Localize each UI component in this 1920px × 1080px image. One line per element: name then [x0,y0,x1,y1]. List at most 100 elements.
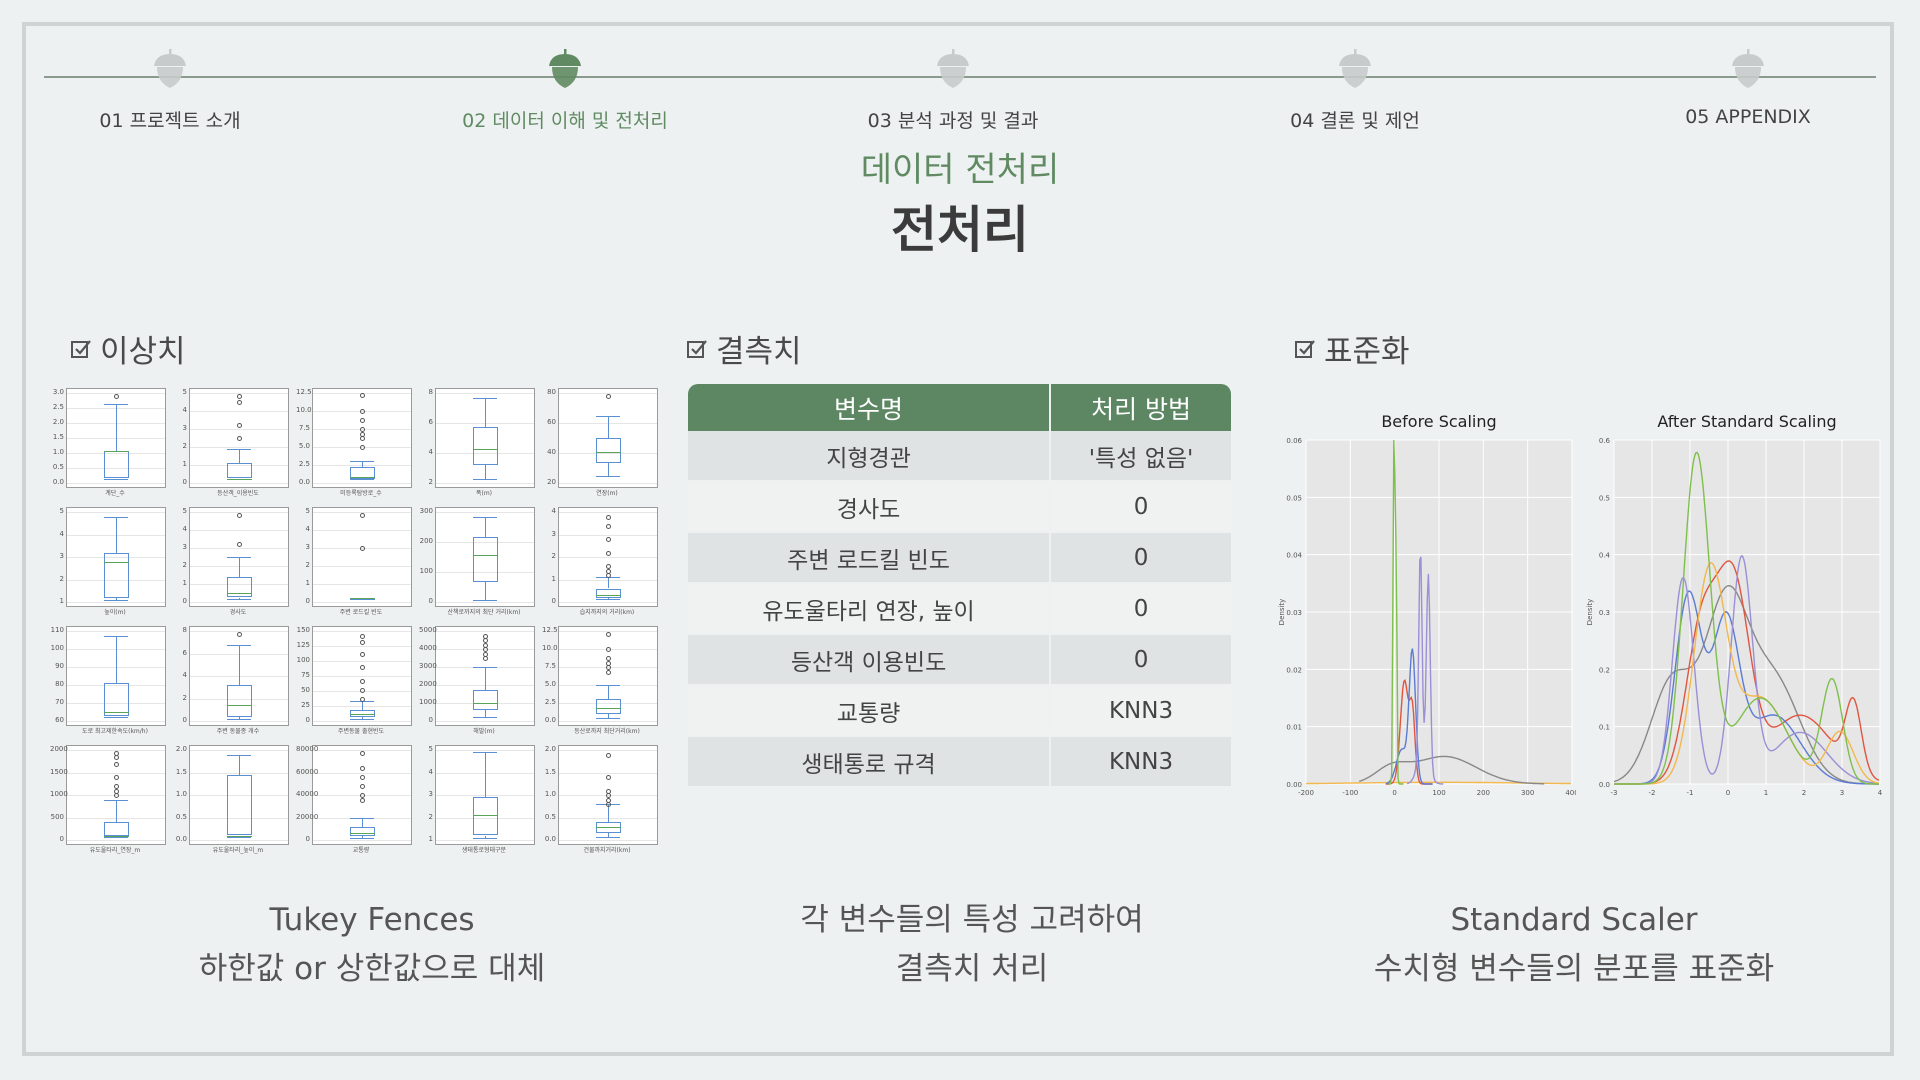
boxplot-panel [312,507,412,607]
x-tick-label: 2 [1802,789,1806,797]
tick-label: 300 [419,507,433,515]
nav-item-label: 결론 및 제언 [1320,110,1420,132]
after-scaling-title: After Standard Scaling [1657,412,1837,431]
boxplot-12: 8 6 4 2 0 주변 동물종 개수 [173,622,295,738]
x-tick-label: -200 [1298,789,1314,797]
tick-label: 4 [551,507,556,515]
nav-item-3[interactable]: 03 분석 과정 및 결과 [803,48,1103,133]
acorn-icon [154,49,186,88]
y-tick-label: 0.4 [1599,552,1611,560]
variable-cell: 생태통로 규격 [688,736,1052,788]
tick-label: 2 [182,693,187,702]
tick-label: 8 [428,388,433,396]
table-row: 주변 로드킬 빈도 0 [688,532,1231,584]
tick-label: 8 [182,626,187,634]
tick-label: 5 [59,507,64,515]
tick-label: 1 [551,574,556,583]
x-tick-label: 300 [1521,789,1534,797]
tick-label: 2000 [419,680,437,688]
tick-label: 0 [551,597,556,605]
tick-label: 110 [50,626,64,634]
boxplot-6: 5 4 3 2 1 높이(m) [50,503,172,619]
acorn-icon [549,49,581,88]
tick-label: 10.0 [296,406,312,414]
tick-label: 6 [428,418,433,426]
tick-label: 0 [305,597,310,605]
variable-cell: 주변 로드킬 빈도 [688,532,1052,584]
boxplot-17: 2.0 1.5 1.0 0.5 0.0 유도울타리_높이_m [173,741,295,857]
outliers-caption-line2: 하한값 or 상한값으로 대체 [198,951,546,987]
tick-label: 0 [59,835,64,843]
missing-caption-line1: 각 변수들의 특성 고려하여 [800,902,1144,938]
x-tick-label: 4 [1878,789,1883,797]
y-tick-label: 0.06 [1286,437,1302,445]
y-tick-label: 0.6 [1599,437,1611,445]
nav-item-number: 05 [1685,106,1710,128]
tick-label: 0 [305,716,310,724]
tick-label: 80 [55,680,64,688]
tick-label: 1.5 [52,433,64,441]
tick-label: 7.5 [298,424,310,432]
nav-item-5[interactable]: 05 APPENDIX [1598,48,1898,128]
tick-label: 150 [296,626,310,634]
nav-item-1[interactable]: 01 프로젝트 소개 [20,48,320,133]
after-scaling-chart: After Standard Scaling 0.6 0.5 0.4 0.3 0.2 0.… [1584,412,1884,802]
method-cell: 0 [1050,634,1231,686]
y-tick-label: 0.2 [1599,666,1610,674]
boxplot-xlabel: 교통량 [352,847,370,854]
tick-label: 2 [182,561,187,569]
page-title: 전처리 [891,201,1029,259]
tick-label: 4000 [419,644,437,652]
method-cell: KNN3 [1050,685,1231,737]
tick-label: 4 [428,767,433,776]
x-tick-label: 100 [1432,789,1445,797]
nav-item-number: 03 [867,110,892,132]
tick-label: 80 [547,388,556,396]
y-tick-label: 0.03 [1286,609,1302,617]
tick-label: 2 [59,574,64,583]
tick-label: 200 [419,537,433,545]
tick-label: 3.0 [52,388,64,396]
tick-label: 2.5 [298,460,310,468]
tick-label: 40 [547,448,556,456]
x-tick-label: 200 [1477,789,1490,797]
x-tick-label: 1 [1764,789,1768,797]
nav-item-number: 02 [462,110,487,132]
tick-label: 1 [428,835,433,843]
nav-item-label: 데이터 이해 및 전처리 [492,110,668,132]
nav-item-4[interactable]: 04 결론 및 제언 [1205,48,1505,133]
tick-label: 0 [182,597,187,605]
table-row: 지형경관 '특성 없음' [688,431,1231,482]
table-row: 경사도 0 [688,481,1231,533]
tick-label: 5.0 [544,680,556,688]
tick-label: 3 [305,543,310,551]
missing-caption: 각 변수들의 특성 고려하여 결측치 처리 [692,896,1252,994]
boxplot-xlabel: 유도울타리_높이_m [212,847,264,854]
tick-label: 5 [182,388,187,396]
tick-label: 3 [182,543,187,551]
method-cell: 0 [1050,481,1231,533]
tick-label: 2.0 [52,418,64,426]
boxplot-xlabel: 등산로까지 최단거리(km) [574,728,640,735]
tick-label: 70 [55,698,64,706]
tick-label: 12.5 [296,388,312,396]
variable-cell: 유도울타리 연장, 높이 [688,583,1052,635]
nav-item-2[interactable]: 02 데이터 이해 및 전처리 [415,48,715,133]
tick-label: 4 [182,525,187,533]
boxplot-panel [312,626,412,726]
x-tick-label: -100 [1342,789,1358,797]
boxplot-16: 2000 1500 1000 500 0 유도울타리_연장_m [50,741,172,857]
boxplot-panel [435,388,535,488]
y-axis-label: Density [1586,599,1594,626]
tick-label: 1 [59,597,64,605]
boxplot-panel [189,388,289,488]
section-subtitle: 데이터 전처리 [860,150,1060,190]
y-tick-label: 0.01 [1286,724,1302,732]
variable-cell: 등산객 이용빈도 [688,634,1052,686]
boxplot-14: 5000 4000 3000 2000 1000 0 해발(m) [419,622,541,738]
boxplot-panel [312,388,412,488]
boxplot-1: 3.0 2.5 2.0 1.5 1.0 0.5 0.0 계단_수 [50,384,172,500]
tick-label: 1.0 [52,448,64,456]
tick-label: 90 [55,662,64,670]
missing-table: 변수명 처리 방법 지형경관 '특성 없음' 경사도 0 주변 로드킬 빈도 0 유도울타리… [688,384,1231,788]
